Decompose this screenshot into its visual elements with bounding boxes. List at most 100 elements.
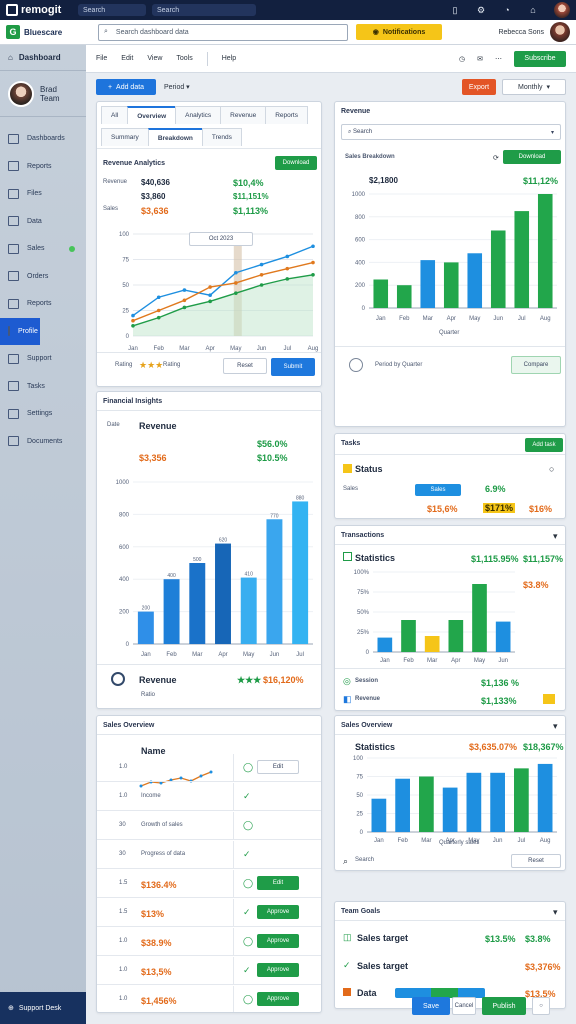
settings-icon[interactable]: ○ xyxy=(532,997,550,1015)
status-circle-icon[interactable]: ◯ xyxy=(243,936,253,947)
top-avatar[interactable] xyxy=(554,2,570,18)
top-search-pill[interactable]: Search xyxy=(78,4,146,16)
sidebar-item-label: Dashboards xyxy=(27,135,65,143)
save-button[interactable]: Save xyxy=(412,997,450,1015)
card7-reset[interactable]: Reset xyxy=(511,854,561,868)
app-logo[interactable]: remogit xyxy=(6,4,72,16)
sidebar-item-10[interactable]: Settings xyxy=(0,400,86,428)
brand[interactable]: G Bluescare xyxy=(6,25,98,39)
status-circle-icon[interactable]: ◯ xyxy=(243,878,253,889)
edit-button[interactable]: Edit xyxy=(257,760,299,774)
export-button[interactable]: Export xyxy=(462,79,496,95)
tb-item-file[interactable]: File xyxy=(96,55,107,62)
tab-reports[interactable]: Reports xyxy=(265,106,308,124)
approve-button[interactable]: Edit xyxy=(257,876,299,890)
check-icon[interactable]: ✓ xyxy=(243,907,251,918)
user-avatar[interactable] xyxy=(550,22,570,42)
table-row[interactable]: 1.0 $1,456% ◯ Approve xyxy=(97,986,321,1012)
circle-icon[interactable]: ○ xyxy=(549,464,554,474)
tab-all[interactable]: All xyxy=(101,106,129,124)
add-task-button[interactable]: Add task xyxy=(525,438,563,452)
sidebar-item-4[interactable]: Sales xyxy=(0,235,86,263)
chevron-icon[interactable]: ⌂ xyxy=(528,5,538,15)
chat-icon[interactable]: ✉ xyxy=(477,55,483,63)
clock-icon[interactable]: ◷ xyxy=(459,55,465,63)
search-input[interactable]: ⌕ Search dashboard data xyxy=(98,23,348,41)
approve-button[interactable]: Approve xyxy=(257,934,299,948)
table-row[interactable]: 1.5 $136.4% ◯ Edit xyxy=(97,870,321,898)
add-data-button[interactable]: + Add data xyxy=(96,79,156,95)
check-icon[interactable]: ✓ xyxy=(243,791,251,802)
check-icon[interactable]: ✓ xyxy=(243,965,251,976)
period-filter[interactable]: Period ▾ xyxy=(164,83,190,91)
submit-button[interactable]: Submit xyxy=(271,358,315,376)
tab-overview[interactable]: Overview xyxy=(127,106,177,124)
bell-icon[interactable]: ◔ xyxy=(502,5,512,15)
approve-button[interactable]: Approve xyxy=(257,963,299,977)
chevron-down-icon[interactable]: ▾ xyxy=(553,531,558,542)
series-point xyxy=(131,313,135,318)
chevron-down-icon[interactable]: ▾ xyxy=(553,721,558,732)
check-icon[interactable]: ✓ xyxy=(243,849,251,860)
approve-button[interactable]: Approve xyxy=(257,992,299,1006)
gear-icon[interactable]: ⚙ xyxy=(476,5,486,15)
table-row[interactable]: 1.0 $38.9% ◯ Approve xyxy=(97,928,321,956)
sidebar-item-3[interactable]: Data xyxy=(0,208,86,236)
tb-item-help[interactable]: Help xyxy=(222,55,236,62)
sidebar-item-9[interactable]: Tasks xyxy=(0,373,86,401)
status-circle-icon[interactable]: ◯ xyxy=(243,762,253,773)
approve-button[interactable]: Approve xyxy=(257,905,299,919)
sidebar-item-2[interactable]: Files xyxy=(0,180,86,208)
top-search-pill-2[interactable]: Search xyxy=(152,4,256,16)
status-circle-icon[interactable]: ◯ xyxy=(243,994,253,1005)
refresh-icon[interactable]: ⟳ xyxy=(493,154,499,162)
tb-item-view[interactable]: View xyxy=(147,55,162,62)
user-text[interactable]: Rebecca Sons xyxy=(498,29,544,36)
sidebar-user[interactable]: Brad Team xyxy=(0,71,86,117)
table-row[interactable]: 1.0 Income ✓ xyxy=(97,783,321,811)
file-icon[interactable]: ▯ xyxy=(450,5,460,15)
reset-button[interactable]: Reset xyxy=(223,358,267,374)
sidebar-item-7[interactable]: Profile xyxy=(0,317,40,345)
sidebar-item-5[interactable]: Orders xyxy=(0,263,86,291)
compare-button[interactable]: Compare xyxy=(511,356,561,374)
chevron-down-icon[interactable]: ▾ xyxy=(553,907,558,918)
more-icon[interactable]: ⋯ xyxy=(495,55,502,63)
publish-button[interactable]: Publish xyxy=(482,997,526,1015)
card2-download[interactable]: Download xyxy=(503,150,561,164)
chart-type-icon[interactable] xyxy=(111,672,125,686)
card2-search[interactable]: ⌕ Search ▾ xyxy=(341,124,561,140)
table-row[interactable]: 1.0 $13,5% ✓ Approve xyxy=(97,957,321,985)
period-select[interactable]: Monthly ▾ xyxy=(502,79,566,95)
tb-item-edit[interactable]: Edit xyxy=(121,55,133,62)
bar-5 xyxy=(266,519,283,644)
download-button[interactable]: Download xyxy=(275,156,317,170)
card2-big-value: $2,1800 xyxy=(369,176,398,185)
rating-stars[interactable]: ★★★ xyxy=(139,360,163,371)
sidebar-support[interactable]: ⊕ Support Desk xyxy=(0,992,86,1024)
table-row[interactable]: 30 Growth of sales ◯ xyxy=(97,812,321,840)
subscribe-button[interactable]: Subscribe xyxy=(514,50,566,67)
tb-item-tools[interactable]: Tools xyxy=(176,55,192,62)
cancel-button[interactable]: Cancel xyxy=(452,997,476,1015)
subtab-trends[interactable]: Trends xyxy=(201,128,242,146)
y-tick-label: 25 xyxy=(122,309,129,315)
card2-big-delta: $11,12% xyxy=(523,176,559,186)
sidebar-item-8[interactable]: Support xyxy=(0,345,86,373)
sidebar-item-0[interactable]: Dashboards xyxy=(0,125,86,153)
status-circle-icon[interactable]: ◯ xyxy=(243,820,253,831)
tab-analytics[interactable]: Analytics xyxy=(175,106,222,124)
sales-chip[interactable]: Sales xyxy=(415,484,461,496)
sidebar-item-11[interactable]: Documents xyxy=(0,428,86,456)
subtab-breakdown[interactable]: Breakdown xyxy=(147,128,203,146)
tab-revenue[interactable]: Revenue xyxy=(220,106,267,124)
notifications-button[interactable]: ◉ Notifications xyxy=(356,24,442,40)
sidebar-header[interactable]: ⌂ Dashboard xyxy=(0,45,86,71)
table-row[interactable]: 1.0 ◯ Edit xyxy=(97,754,321,782)
bar-2 xyxy=(424,636,440,652)
sidebar-item-6[interactable]: Reports xyxy=(0,290,86,318)
sidebar-item-1[interactable]: Reports xyxy=(0,153,86,181)
table-row[interactable]: 30 Progress of data ✓ xyxy=(97,841,321,869)
table-row[interactable]: 1.5 $13% ✓ Approve xyxy=(97,899,321,927)
subtab-summary[interactable]: Summary xyxy=(101,128,149,146)
